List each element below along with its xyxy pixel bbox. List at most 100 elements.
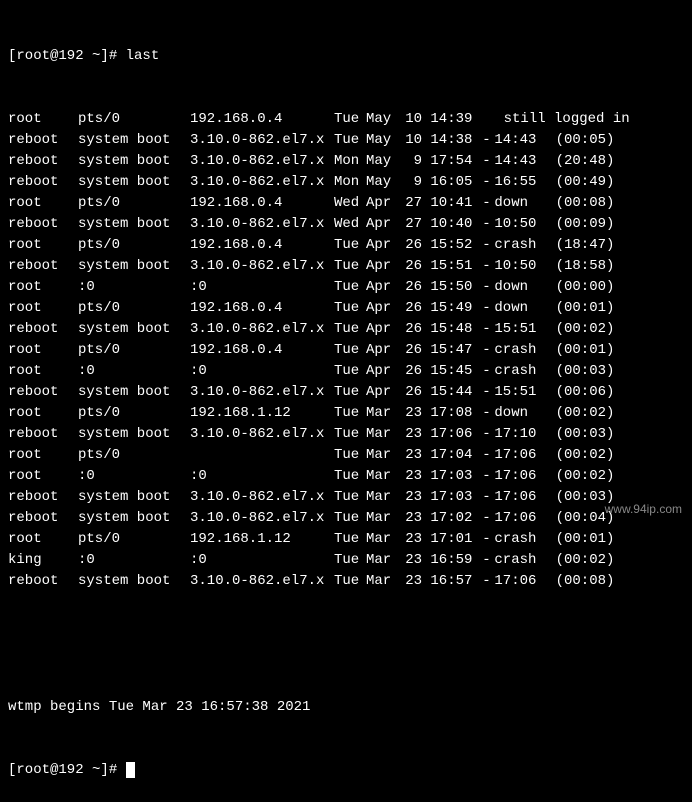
col-sep: - [478,382,494,403]
col-dnum: 23 [398,445,422,466]
last-entry-row: rootpts/0192.168.0.4TueApr26 15:52-crash… [8,235,684,256]
col-dur: (00:03) [542,487,614,508]
col-host: :0 [190,550,334,571]
col-host: 192.168.1.12 [190,403,334,424]
shell-prompt-end: [root@192 ~]# [8,762,126,778]
col-day: Tue [334,529,366,550]
col-sep: - [478,235,494,256]
col-dur: (00:06) [542,382,614,403]
col-end: 17:06 [494,445,542,466]
col-host: 3.10.0-862.el7.x [190,424,334,445]
last-entry-row: rebootsystem boot3.10.0-862.el7.xMonMay9… [8,172,684,193]
col-sep: - [478,571,494,592]
col-end: crash [494,235,542,256]
col-dur: (00:00) [542,277,614,298]
col-day: Tue [334,487,366,508]
col-sep: - [478,130,494,151]
last-entry-row: rebootsystem boot3.10.0-862.el7.xTueApr2… [8,319,684,340]
col-tty: :0 [78,277,190,298]
col-mon: May [366,151,398,172]
col-end: 17:06 [494,466,542,487]
col-day: Tue [334,445,366,466]
col-user: reboot [8,130,78,151]
col-dur: (00:02) [542,445,614,466]
col-host: 3.10.0-862.el7.x [190,382,334,403]
col-time: 16:05 [430,172,478,193]
col-host: 3.10.0-862.el7.x [190,130,334,151]
col-user: king [8,550,78,571]
col-host: :0 [190,466,334,487]
col-time: 17:06 [430,424,478,445]
col-dnum: 26 [398,256,422,277]
col-end: 10:50 [494,256,542,277]
col-tty: system boot [78,172,190,193]
col-day: Tue [334,361,366,382]
col-user: root [8,109,78,130]
col-dnum: 23 [398,529,422,550]
col-sep: - [478,424,494,445]
col-mon: Apr [366,298,398,319]
last-entry-row: rebootsystem boot3.10.0-862.el7.xTueMar2… [8,571,684,592]
col-day: Tue [334,298,366,319]
col-time: 14:38 [430,130,478,151]
col-dnum: 10 [398,130,422,151]
col-dnum: 26 [398,235,422,256]
col-mon: Mar [366,508,398,529]
col-mon: Mar [366,466,398,487]
col-end: 17:06 [494,571,542,592]
last-entry-row: rootpts/0TueMar23 17:04-17:06(00:02) [8,445,684,466]
col-host: 3.10.0-862.el7.x [190,256,334,277]
col-end: down [494,193,542,214]
col-sep: - [478,445,494,466]
col-dnum: 26 [398,277,422,298]
col-user: root [8,340,78,361]
col-host: 192.168.0.4 [190,193,334,214]
col-mon: May [366,109,398,130]
col-time: 17:03 [430,487,478,508]
col-sep: - [478,466,494,487]
col-dnum: 23 [398,508,422,529]
prompt-line: [root@192 ~]# last [8,46,684,67]
col-end: 17:06 [494,487,542,508]
col-tty: system boot [78,508,190,529]
col-end: 17:10 [494,424,542,445]
col-dur: (18:58) [542,256,614,277]
col-mon: Apr [366,382,398,403]
col-sep: - [478,172,494,193]
col-day: Tue [334,403,366,424]
col-user: reboot [8,319,78,340]
last-entry-row: king:0:0TueMar23 16:59-crash(00:02) [8,550,684,571]
col-dur: (20:48) [542,151,614,172]
col-time: 17:08 [430,403,478,424]
col-time: 15:47 [430,340,478,361]
col-dnum: 27 [398,193,422,214]
col-time: 10:41 [430,193,478,214]
col-day: Wed [334,214,366,235]
col-dur: (00:02) [542,319,614,340]
prompt-end-line[interactable]: [root@192 ~]# [8,760,684,781]
col-host: 3.10.0-862.el7.x [190,487,334,508]
col-end: 15:51 [494,382,542,403]
col-user: root [8,403,78,424]
col-user: reboot [8,214,78,235]
col-day: Tue [334,508,366,529]
col-tty: pts/0 [78,445,190,466]
col-user: reboot [8,256,78,277]
last-entry-row: rebootsystem boot3.10.0-862.el7.xTueMar2… [8,487,684,508]
col-user: root [8,277,78,298]
col-day: Tue [334,277,366,298]
col-host: 3.10.0-862.el7.x [190,214,334,235]
col-mon: Apr [366,361,398,382]
terminal-output: [root@192 ~]# last rootpts/0192.168.0.4T… [8,4,684,802]
col-end: 16:55 [494,172,542,193]
col-dur: (00:49) [542,172,614,193]
col-tty: system boot [78,424,190,445]
col-user: reboot [8,424,78,445]
col-mon: Mar [366,550,398,571]
last-entry-row: rootpts/0192.168.0.4WedApr27 10:41-down(… [8,193,684,214]
col-end: 17:06 [494,508,542,529]
col-day: Mon [334,172,366,193]
col-mon: Apr [366,277,398,298]
col-day: Tue [334,340,366,361]
col-user: reboot [8,571,78,592]
